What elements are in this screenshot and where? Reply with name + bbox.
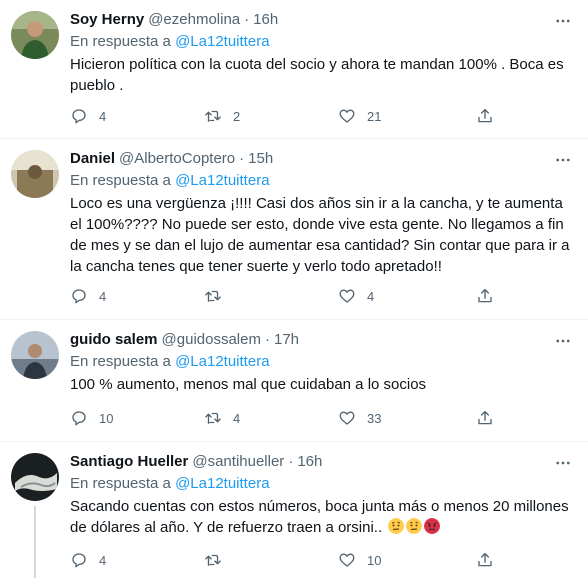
author-name[interactable]: Santiago Hueller (70, 452, 188, 472)
retweet-button[interactable] (204, 551, 233, 569)
tweet-actions: 4 10 (70, 551, 500, 571)
raised-eyebrow-emoji-icon (406, 518, 423, 534)
share-button[interactable] (476, 409, 494, 427)
tweet-time[interactable]: 16h (297, 452, 322, 472)
share-button[interactable] (476, 287, 494, 305)
like-button[interactable]: 21 (338, 107, 381, 125)
tweet-time[interactable]: 15h (248, 149, 273, 169)
tweet-time[interactable]: 17h (274, 330, 299, 350)
share-button[interactable] (476, 107, 494, 125)
share-button[interactable] (476, 551, 494, 569)
share-icon (478, 288, 492, 303)
tweet-text: Loco es una vergüenza ¡!!!! Casi dos año… (70, 195, 570, 275)
separator: · (288, 453, 294, 470)
like-count: 4 (367, 288, 375, 304)
retweet-button[interactable] (204, 287, 233, 305)
like-count: 33 (367, 410, 382, 426)
share-icon (478, 108, 492, 123)
reply-icon (72, 289, 86, 304)
like-count: 10 (367, 552, 382, 568)
reply-to-link[interactable]: @La12tuittera (175, 353, 269, 370)
reply-button[interactable]: 4 (70, 287, 106, 305)
heart-icon (339, 411, 355, 425)
thread-line (34, 506, 36, 578)
tweet-text: 100 % aumento, menos mal que cuidaban a … (70, 376, 427, 393)
reply-count: 4 (99, 552, 107, 568)
author-handle[interactable]: @santihueller (192, 452, 284, 472)
heart-icon (339, 553, 355, 567)
retweet-count: 2 (233, 108, 241, 124)
reply-prefix: En respuesta a (70, 353, 171, 370)
tweet[interactable]: Soy Herny @ezehmolina · 16h En respuesta… (0, 0, 588, 139)
raised-eyebrow-emoji-icon (388, 518, 405, 534)
retweet-button[interactable]: 4 (204, 409, 240, 427)
reply-button[interactable]: 10 (70, 409, 113, 427)
like-count: 21 (367, 108, 382, 124)
separator: · (244, 11, 250, 28)
retweet-count: 4 (233, 410, 241, 426)
author-name[interactable]: Daniel (70, 149, 115, 169)
avatar[interactable] (11, 331, 59, 379)
replies-feed: Soy Herny @ezehmolina · 16h En respuesta… (0, 0, 588, 578)
reply-to-link[interactable]: @La12tuittera (175, 33, 269, 50)
tweet-text-container: Sacando cuentas con estos números, boca … (70, 496, 572, 538)
author-handle[interactable]: @guidossalem (162, 330, 261, 350)
like-button[interactable]: 33 (338, 409, 381, 427)
reply-button[interactable]: 4 (70, 107, 106, 125)
share-icon (478, 410, 492, 425)
retweet-icon (205, 554, 221, 566)
tweet-text: Sacando cuentas con estos números, boca … (70, 498, 569, 536)
tweet-actions: 4 2 21 (70, 107, 500, 127)
separator: · (264, 331, 270, 348)
author-handle[interactable]: @AlbertoCoptero (119, 149, 235, 169)
tweet[interactable]: Daniel @AlbertoCoptero · 15h En respuest… (0, 139, 588, 320)
tweet-time[interactable]: 16h (253, 10, 278, 30)
heart-icon (339, 109, 355, 123)
heart-icon (339, 289, 355, 303)
avatar[interactable] (11, 11, 59, 59)
reply-prefix: En respuesta a (70, 475, 171, 492)
like-button[interactable]: 4 (338, 287, 374, 305)
tweet-actions: 4 4 (70, 287, 500, 307)
retweet-button[interactable]: 2 (204, 107, 240, 125)
separator: · (239, 150, 245, 167)
reply-context: En respuesta a @La12tuittera (70, 32, 572, 52)
tweet[interactable]: guido salem @guidossalem · 17h En respue… (0, 320, 588, 442)
more-icon[interactable] (554, 12, 572, 30)
reply-icon (72, 553, 86, 568)
more-icon[interactable] (554, 332, 572, 350)
author-name[interactable]: Soy Herny (70, 10, 144, 30)
tweet-text: Hicieron política con la cuota del socio… (70, 56, 564, 94)
retweet-icon (205, 290, 221, 302)
reply-to-link[interactable]: @La12tuittera (175, 475, 269, 492)
reply-context: En respuesta a @La12tuittera (70, 352, 572, 372)
tweet-actions: 10 4 33 (70, 409, 500, 429)
avatar[interactable] (11, 453, 59, 501)
reply-prefix: En respuesta a (70, 172, 171, 189)
reply-to-link[interactable]: @La12tuittera (175, 172, 269, 189)
retweet-icon (205, 110, 221, 122)
reply-context: En respuesta a @La12tuittera (70, 474, 572, 494)
reply-count: 4 (99, 108, 107, 124)
reply-count: 4 (99, 288, 107, 304)
reply-context: En respuesta a @La12tuittera (70, 171, 572, 191)
reply-button[interactable]: 4 (70, 551, 106, 569)
author-name[interactable]: guido salem (70, 330, 158, 350)
reply-icon (72, 109, 86, 124)
more-icon[interactable] (554, 151, 572, 169)
author-handle[interactable]: @ezehmolina (148, 10, 240, 30)
like-button[interactable]: 10 (338, 551, 381, 569)
more-icon[interactable] (554, 454, 572, 472)
share-icon (478, 552, 492, 567)
reply-count: 10 (99, 410, 114, 426)
tweet[interactable]: Santiago Hueller @santihueller · 16h En … (0, 442, 588, 578)
reply-icon (72, 411, 86, 426)
retweet-icon (205, 412, 221, 424)
avatar[interactable] (11, 150, 59, 198)
reply-prefix: En respuesta a (70, 33, 171, 50)
angry-face-emoji-icon (424, 518, 441, 534)
